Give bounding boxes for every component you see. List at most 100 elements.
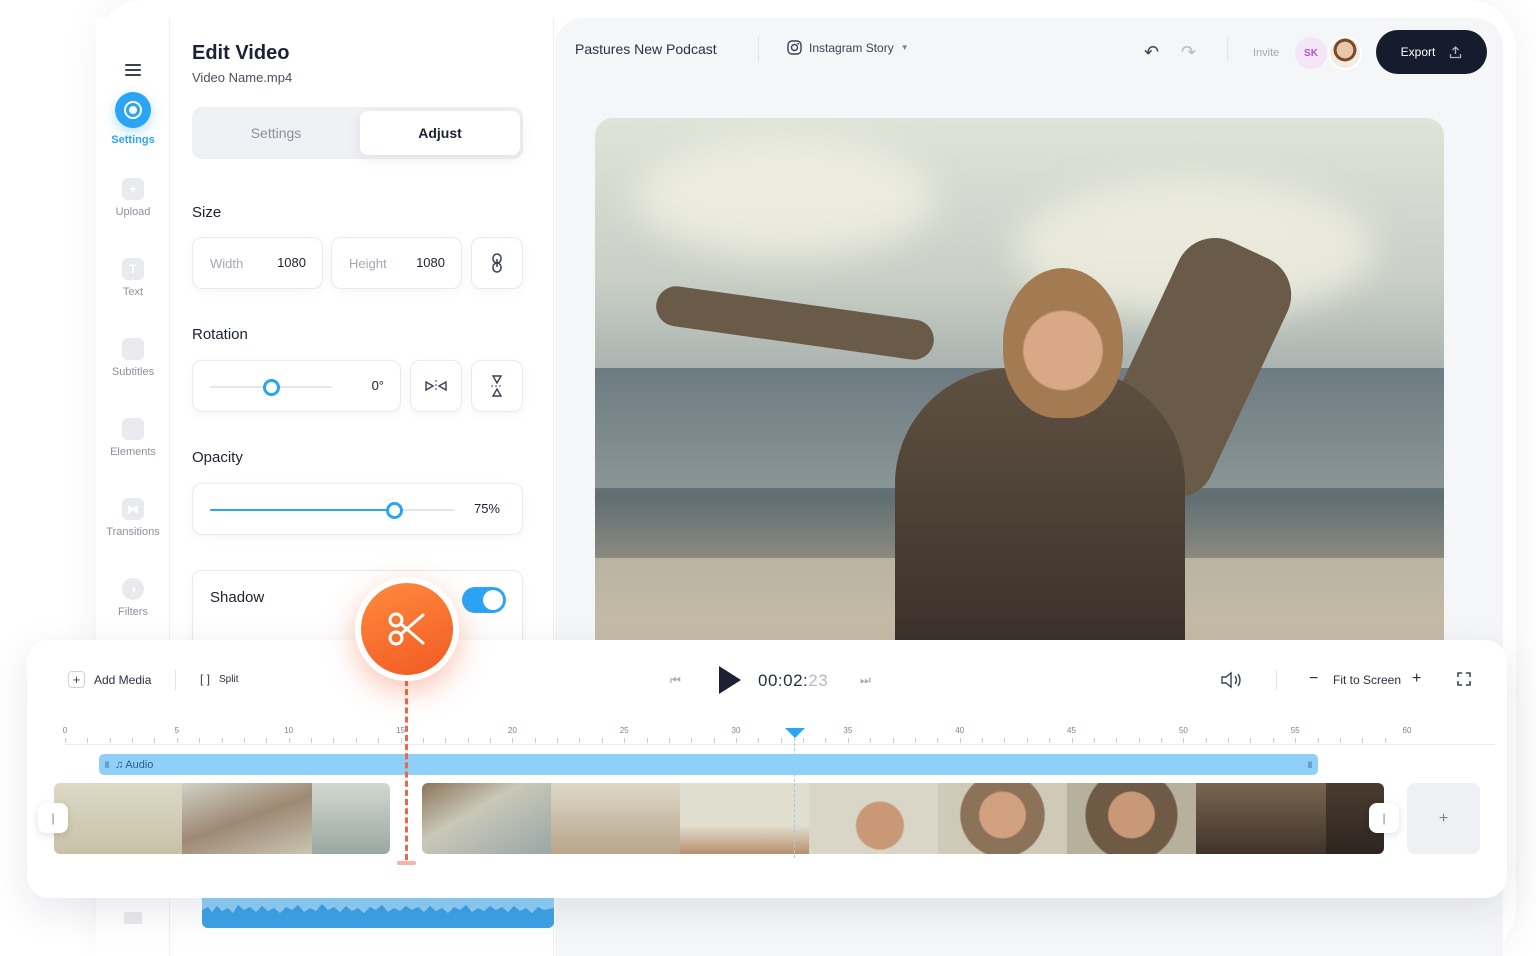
height-field[interactable]: Height 1080 [331, 237, 462, 289]
ruler-tick [982, 738, 984, 743]
opacity-slider-thumb[interactable] [386, 502, 403, 519]
scissors-cut-button[interactable] [355, 577, 459, 681]
ruler-tick [1093, 738, 1095, 743]
rotation-slider-thumb[interactable] [263, 379, 280, 396]
add-media-button[interactable]: + Add Media [68, 671, 151, 688]
ruler-tick [243, 738, 245, 743]
ruler-tick [870, 738, 872, 743]
ruler-tick [132, 738, 134, 743]
rail-item-label: Transitions [106, 526, 160, 538]
ruler-tick-label: 35 [843, 726, 853, 735]
fullscreen-icon[interactable] [1457, 672, 1471, 686]
rail-item-transitions[interactable]: ⧓ Transitions [96, 498, 170, 538]
rotation-label: Rotation [192, 326, 248, 343]
trim-handle-left[interactable]: | [38, 803, 68, 833]
rail-item-upload[interactable]: + Upload [96, 178, 170, 218]
clip-frame [1196, 783, 1326, 854]
shadow-toggle[interactable] [462, 587, 506, 613]
ruler-tick [780, 738, 782, 743]
tab-settings[interactable]: Settings [196, 111, 356, 155]
video-clip-1[interactable] [54, 783, 390, 854]
invite-link[interactable]: Invite [1253, 47, 1279, 59]
audio-track[interactable]: ll ♫ Audio ll [99, 754, 1318, 775]
hamburger-menu-icon[interactable] [125, 64, 141, 78]
split-button[interactable]: [ ] Split [200, 672, 238, 686]
height-field-label: Height [349, 256, 387, 271]
ruler-tick [892, 738, 894, 743]
play-icon[interactable] [719, 666, 741, 694]
ruler-tick [65, 738, 66, 743]
skip-forward-icon[interactable]: ⏭ [860, 673, 871, 688]
ruler-tick [1049, 738, 1051, 743]
ruler-tick [1317, 738, 1319, 743]
rail-item-keyboard[interactable] [96, 912, 170, 930]
rail-item-text[interactable]: T Text [96, 258, 170, 298]
ruler-tick [1205, 738, 1207, 743]
ruler-tick [1362, 738, 1364, 743]
undo-icon[interactable]: ↶ [1144, 42, 1159, 63]
opacity-value: 75% [473, 501, 500, 516]
zoom-out-icon[interactable]: − [1309, 670, 1318, 688]
video-preview[interactable] [595, 118, 1444, 658]
avatar-photo[interactable] [1328, 36, 1362, 70]
rail-item-label: Elements [110, 446, 156, 458]
ruler-tick [579, 738, 581, 743]
flip-horizontal-button[interactable] [410, 360, 462, 412]
rail-item-filters[interactable]: ◑ Filters [96, 578, 170, 618]
skip-back-icon[interactable]: ⏮ [670, 673, 681, 688]
settings-icon [115, 92, 151, 128]
ruler-tick [668, 738, 670, 743]
ruler-tick [1026, 738, 1028, 743]
clip-frame [938, 783, 1067, 854]
add-clip-button[interactable]: + [1407, 783, 1480, 854]
trim-handle-right[interactable]: | [1369, 803, 1399, 833]
ruler-tick [489, 738, 491, 743]
width-field[interactable]: Width 1080 [192, 237, 323, 289]
time-frames: 23 [808, 671, 829, 690]
flip-vertical-button[interactable] [471, 360, 523, 412]
ruler-tick-label: 45 [1067, 726, 1076, 735]
ruler-tick [1160, 738, 1162, 743]
volume-icon[interactable] [1220, 671, 1244, 689]
settings-adjust-tabs: Settings Adjust [192, 107, 523, 159]
clip-frame [312, 783, 390, 854]
cut-indicator-line [405, 680, 408, 860]
rail-item-label: Settings [111, 134, 155, 146]
ruler-tick [467, 738, 469, 743]
rail-item-settings[interactable]: Settings [96, 92, 170, 146]
playhead-marker [785, 728, 805, 738]
width-field-value: 1080 [277, 255, 306, 270]
zoom-in-icon[interactable]: + [1412, 670, 1421, 688]
avatar[interactable]: SK [1295, 37, 1327, 69]
ruler-tick-label: 10 [284, 726, 294, 735]
audio-track-label: Audio [125, 758, 154, 771]
ruler-tick [400, 738, 402, 743]
lock-aspect-button[interactable] [471, 237, 523, 289]
add-media-label: Add Media [94, 672, 152, 687]
export-button[interactable]: Export [1376, 30, 1487, 74]
width-field-label: Width [210, 256, 244, 271]
ruler-tick [825, 738, 827, 743]
toolbar-divider [175, 670, 176, 690]
ruler-tick-label: 25 [619, 726, 629, 735]
rail-item-subtitles[interactable]: Subtitles [96, 338, 170, 378]
upload-icon: + [122, 178, 144, 200]
redo-icon[interactable]: ↷ [1181, 42, 1196, 63]
time-ruler[interactable]: 0 5 10 15 20 25 30 35 40 45 50 55 60 [63, 726, 1495, 746]
arm-shape [653, 283, 937, 363]
video-clip-2[interactable] [422, 783, 1384, 854]
ruler-tick [512, 738, 514, 743]
format-label: Instagram Story [809, 40, 894, 55]
tab-adjust[interactable]: Adjust [360, 111, 520, 155]
ruler-tick [176, 738, 178, 743]
format-select[interactable]: Instagram Story ▼ [787, 40, 909, 55]
flip-vertical-icon [491, 375, 503, 397]
ruler-tick [1071, 738, 1073, 743]
playhead[interactable] [785, 728, 805, 858]
opacity-slider-fill [210, 509, 394, 511]
rail-item-elements[interactable]: Elements [96, 418, 170, 458]
fit-to-screen-label[interactable]: Fit to Screen [1333, 673, 1401, 687]
ruler-tick [355, 738, 357, 743]
scissors-icon [388, 612, 425, 646]
topbar-divider [1227, 36, 1228, 62]
